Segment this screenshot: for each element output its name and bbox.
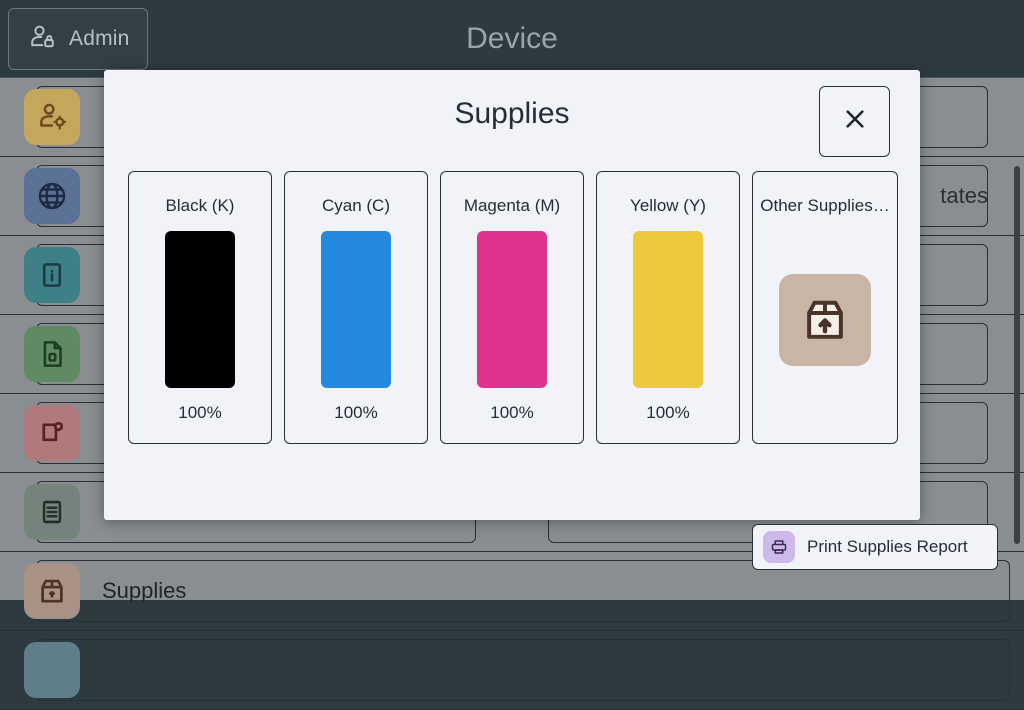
supply-percent: 100% [334,403,377,423]
generic-icon [24,642,80,698]
user-settings-icon [24,89,80,145]
other-supplies-wrap [753,216,897,423]
supply-level-wrap [285,216,427,403]
supply-level-wrap [129,216,271,403]
supply-level-bar [477,231,547,388]
table-row[interactable] [0,631,1024,710]
supply-card-other[interactable]: Other Supplies… [752,171,898,444]
supplies-box-icon [779,274,871,366]
supply-name: Other Supplies… [760,196,889,216]
supply-level-wrap [441,216,583,403]
supply-level-bar [165,231,235,388]
modal-overlay: Supplies Black (K) 100% Cyan (C) [0,0,1024,600]
dialog-title: Supplies [104,70,920,158]
globe-icon [24,168,80,224]
supply-name: Black (K) [166,196,235,216]
print-supplies-report-button[interactable]: Print Supplies Report [752,524,998,570]
supply-level-bar [321,231,391,388]
supply-card-magenta[interactable]: Magenta (M) 100% [440,171,584,444]
dialog-header: Supplies [104,70,920,158]
supply-name: Magenta (M) [464,196,560,216]
close-button[interactable] [819,86,890,157]
info-icon [24,247,80,303]
supply-percent: 100% [178,403,221,423]
printer-icon [763,531,795,563]
supply-name: Yellow (Y) [630,196,706,216]
supply-level-bar [633,231,703,388]
supply-card-black[interactable]: Black (K) 100% [128,171,272,444]
list-icon [24,484,80,540]
document-icon [24,326,80,382]
row-partial[interactable] [0,631,1024,709]
row-right-label: tates [940,183,988,209]
supplies-dialog: Supplies Black (K) 100% Cyan (C) [104,70,920,520]
print-button-label: Print Supplies Report [807,537,968,557]
row-label: Supplies [102,578,186,604]
supply-percent: 100% [646,403,689,423]
supply-card-cyan[interactable]: Cyan (C) 100% [284,171,428,444]
supply-name: Cyan (C) [322,196,390,216]
alert-page-icon [24,405,80,461]
supply-level-wrap [597,216,739,403]
supplies-box-icon [24,563,80,619]
supply-cards: Black (K) 100% Cyan (C) 100% Magenta (M)… [128,171,898,444]
supply-card-yellow[interactable]: Yellow (Y) 100% [596,171,740,444]
close-icon [839,103,871,140]
row-outline [36,639,1010,701]
supply-percent: 100% [490,403,533,423]
